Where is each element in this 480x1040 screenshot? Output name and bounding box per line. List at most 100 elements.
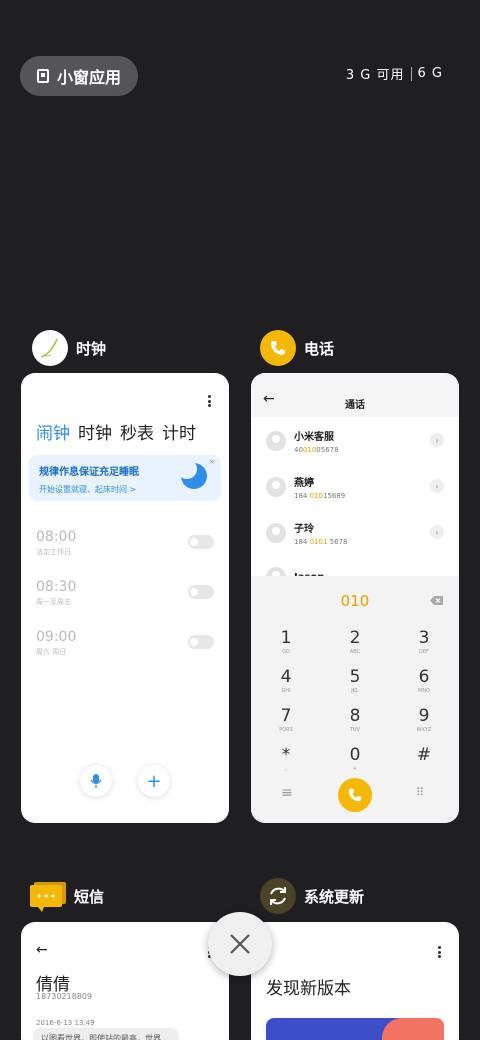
update-app-icon [260,878,296,914]
call-button[interactable] [338,778,372,812]
sms-app-card[interactable]: ← 倩倩 18730218809 2016-6-13 13:49 以图看世界，即… [21,922,229,1040]
sms-contact-number: 18730218809 [36,992,92,1001]
dial-key-4[interactable]: 4 GHI [251,667,321,694]
plus-icon: + [146,770,162,792]
close-icon [230,934,250,954]
dial-key-digit: 2 [349,628,361,648]
clear-all-button[interactable] [208,912,272,976]
small-window-button[interactable]: 小窗应用 [20,56,138,96]
update-app-card[interactable]: 发现新版本 [251,922,459,1040]
contact-row[interactable]: 小米客服 4001005678 › [266,425,444,457]
chevron-right-icon[interactable]: › [430,479,444,493]
dial-key-digit: 4 [280,667,292,687]
add-alarm-button[interactable]: + [138,765,170,797]
phone-icon [348,788,362,802]
dial-key-digit: 5 [349,667,361,687]
memory-available: 3 G 可用 [345,68,405,83]
dial-key-letters: JKL [351,688,359,694]
microphone-icon [90,774,102,788]
alarm-item[interactable]: 08:00 法定工作日 [36,529,214,559]
moon-icon [177,459,207,489]
voice-alarm-button[interactable] [80,765,112,797]
sleep-banner[interactable]: 规律作息保证充足睡眠 开始设置就寝、起床时间 > × [29,455,221,501]
small-window-label: 小窗应用 [56,68,121,87]
contact-row[interactable]: 子玲 184 0101 5678 › [266,517,444,549]
dial-key-letters: PQRS [279,727,293,733]
clock-app-name: 时钟 [76,339,107,358]
contact-number: 184 0101 5678 [294,538,348,546]
alarm-toggle[interactable] [188,585,214,599]
chevron-right-icon[interactable]: › [430,433,444,447]
alarm-item[interactable]: 08:30 周一至周五 [36,579,214,609]
alarm-item[interactable]: 09:00 周六 周日 [36,629,214,659]
update-app-name: 系统更新 [304,887,365,906]
dial-key-digit: 7 [280,706,292,726]
dial-key-letters: MNO [418,688,430,694]
small-window-icon [36,69,49,83]
back-arrow-icon[interactable]: ← [36,942,48,958]
contact-name: 子玲 [294,524,314,535]
dial-key-hash[interactable]: # [389,745,459,766]
dial-key-8[interactable]: 8 TUV [320,706,390,733]
dial-key-digit: 6 [418,667,430,687]
banner-close-icon[interactable]: × [208,457,215,466]
menu-icon[interactable]: ≡ [281,785,293,801]
dial-key-9[interactable]: 9 WXYZ [389,706,459,733]
dial-key-digit: 1 [280,628,292,648]
contact-number: 184 01015689 [294,492,346,500]
tab-stopwatch[interactable]: 秒表 [120,419,154,444]
chevron-right-icon[interactable]: › [430,525,444,539]
contact-number: 4001005678 [294,446,339,454]
more-menu-icon[interactable] [438,946,441,958]
update-heading: 发现新版本 [266,979,351,999]
memory-indicator: 3 G 可用 6 G [346,64,443,83]
dial-key-0[interactable]: 0 + [320,745,390,772]
dial-key-3[interactable]: 3 DEF [389,628,459,655]
dial-key-letters: DEF [419,649,429,655]
dial-key-digit: 3 [418,628,430,648]
contact-name: 小米客服 [294,432,334,443]
sms-app-header[interactable]: 短信 [30,878,104,914]
dial-key-star[interactable]: *, [251,745,321,772]
dial-key-letters: GD [282,649,290,655]
contact-avatar [266,431,286,451]
sms-app-name: 短信 [74,887,105,906]
clock-tabs: 闹钟 时钟 秒表 计时 [21,419,196,444]
message-bubble: 以图看世界，即使站的最高，世界 [33,1028,179,1040]
update-app-header[interactable]: 系统更新 [260,878,364,914]
keypad-toggle-icon[interactable]: ⠿ [416,786,424,799]
contact-avatar [266,477,286,497]
clock-app-card[interactable]: 闹钟 时钟 秒表 计时 规律作息保证充足睡眠 开始设置就寝、起床时间 > × 0… [21,373,229,823]
contact-name: 燕婷 [294,478,314,489]
alarm-repeat: 法定工作日 [36,548,71,556]
tab-timer[interactable]: 计时 [162,419,196,444]
tab-alarm[interactable]: 闹钟 [36,419,70,444]
alarm-toggle[interactable] [188,535,214,549]
contact-avatar [266,523,286,543]
dial-key-5[interactable]: 5 JKL [320,667,390,694]
dial-key-7[interactable]: 7 PQRS [251,706,321,733]
phone-app-name: 电话 [304,339,335,358]
dial-key-2[interactable]: 2 ABC [320,628,390,655]
dial-key-digit: 9 [418,706,430,726]
memory-total: 6 G [417,66,443,81]
dial-key-letters: WXYZ [416,727,432,733]
more-menu-icon[interactable] [208,395,211,407]
dial-key-digit: # [416,745,432,765]
phone-app-card[interactable]: ← 通话 小米客服 4001005678 › 燕婷 184 01015689 ›… [251,373,459,823]
dial-input[interactable]: 010 [251,592,459,610]
phone-app-header[interactable]: 电话 [260,330,334,366]
dial-key-digit: 0 [349,745,361,765]
clock-app-header[interactable]: 时钟 [32,330,106,366]
dial-key-1[interactable]: 1 GD [251,628,321,655]
dial-key-6[interactable]: 6 MNO [389,667,459,694]
tab-clock[interactable]: 时钟 [78,419,112,444]
backspace-icon[interactable] [430,596,443,605]
alarm-repeat: 周六 周日 [36,648,67,656]
contact-row[interactable]: 燕婷 184 01015689 › [266,471,444,503]
clock-app-icon [32,330,68,366]
dial-key-letters: + [352,766,358,772]
sms-app-icon [30,878,66,914]
dial-pad: 010 1 GD 2 ABC 3 DEF 4 GHI 5 JKL 6 MNO 7 PQRS 8 TUV 9 WXY… [251,576,459,823]
alarm-toggle[interactable] [188,635,214,649]
